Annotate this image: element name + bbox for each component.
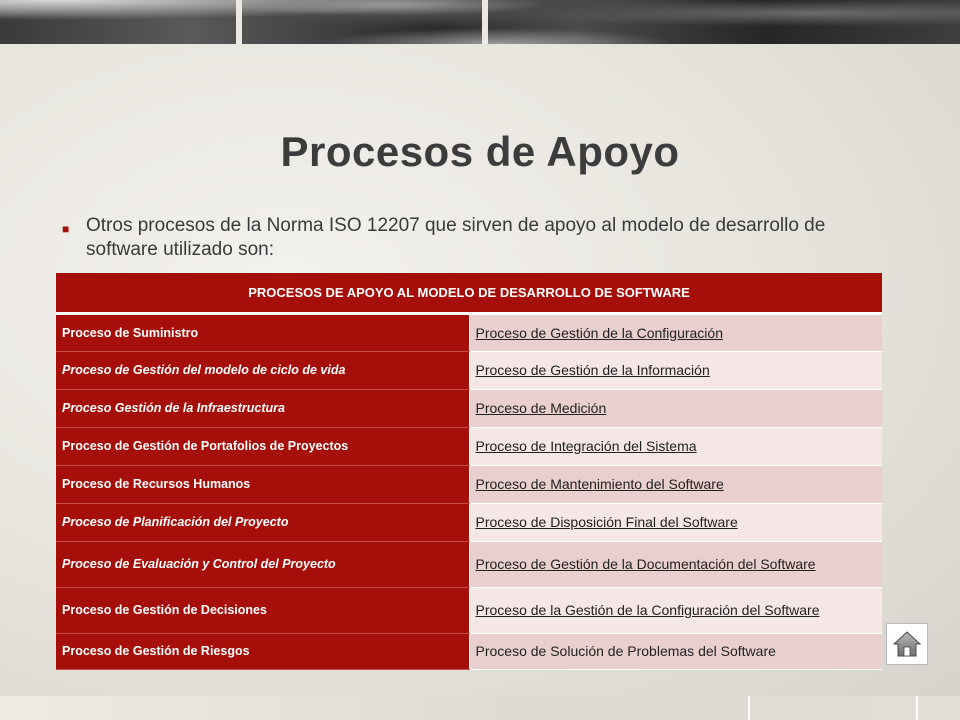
left-cell: Proceso de Gestión de Portafolios de Pro… [56,427,470,466]
process-link[interactable]: Proceso de Medición [476,400,607,416]
table-row: Proceso de Planificación del Proyecto Pr… [56,503,882,542]
table-row: Proceso de Suministro Proceso de Gestión… [56,313,882,352]
table-row: Proceso de Gestión del modelo de ciclo d… [56,351,882,390]
square-bullet-icon: ■ [62,222,70,236]
right-cell: Proceso de Medición [469,389,882,428]
table-row: Proceso de Gestión de Portafolios de Pro… [56,427,882,466]
process-link[interactable]: Proceso de Disposición Final del Softwar… [476,514,738,530]
bullet-item: ■ Otros procesos de la Norma ISO 12207 q… [62,214,892,262]
process-link[interactable]: Proceso de Gestión de la Información [476,362,710,378]
right-cell: Proceso de Integración del Sistema [469,427,882,466]
process-link[interactable]: Proceso de Mantenimiento del Software [476,476,724,492]
process-link[interactable]: Proceso de Gestión de la Configuración [476,325,723,341]
left-cell: Proceso de Gestión de Decisiones [56,587,470,634]
left-cell: Proceso de Gestión de Riesgos [56,633,470,670]
right-cell: Proceso de Gestión de la Configuración [469,313,882,352]
left-cell: Proceso Gestión de la Infraestructura [56,389,470,428]
left-cell: Proceso de Planificación del Proyecto [56,503,470,542]
process-link[interactable]: Proceso de Integración del Sistema [476,438,697,454]
home-icon [892,631,922,657]
right-cell: Proceso de Disposición Final del Softwar… [469,503,882,542]
process-link[interactable]: Proceso de Gestión de la Documentación d… [476,556,816,572]
right-cell: Proceso de Mantenimiento del Software [469,465,882,504]
right-cell: Proceso de la Gestión de la Configuració… [469,587,882,634]
left-cell: Proceso de Gestión del modelo de ciclo d… [56,351,470,390]
table-row: Proceso de Recursos Humanos Proceso de M… [56,465,882,504]
left-cell: Proceso de Evaluación y Control del Proy… [56,541,470,588]
table-row: Proceso Gestión de la Infraestructura Pr… [56,389,882,428]
table-row: Proceso de Gestión de Riesgos Proceso de… [56,633,882,670]
bottom-bar-divider [916,696,918,720]
right-cell: Proceso de Gestión de la Información [469,351,882,390]
bottom-bar-divider [748,696,750,720]
bottom-bar [0,696,960,720]
banner-divider [236,0,242,44]
right-cell: Proceso de Solución de Problemas del Sof… [469,633,882,670]
process-link[interactable]: Proceso de la Gestión de la Configuració… [476,602,820,618]
table-header: PROCESOS DE APOYO AL MODELO DE DESARROLL… [56,273,882,315]
slide-title: Procesos de Apoyo [280,128,680,175]
left-cell: Proceso de Suministro [56,313,470,352]
top-banner-image [0,0,960,44]
support-processes-table: PROCESOS DE APOYO AL MODELO DE DESARROLL… [56,273,882,670]
left-cell: Proceso de Recursos Humanos [56,465,470,504]
table-row: Proceso de Evaluación y Control del Proy… [56,541,882,588]
bullet-text: Otros procesos de la Norma ISO 12207 que… [86,215,826,260]
banner-divider [482,0,488,44]
right-cell: Proceso de Gestión de la Documentación d… [469,541,882,588]
table-row: Proceso de Gestión de Decisiones Proceso… [56,587,882,634]
home-button[interactable] [886,623,928,665]
